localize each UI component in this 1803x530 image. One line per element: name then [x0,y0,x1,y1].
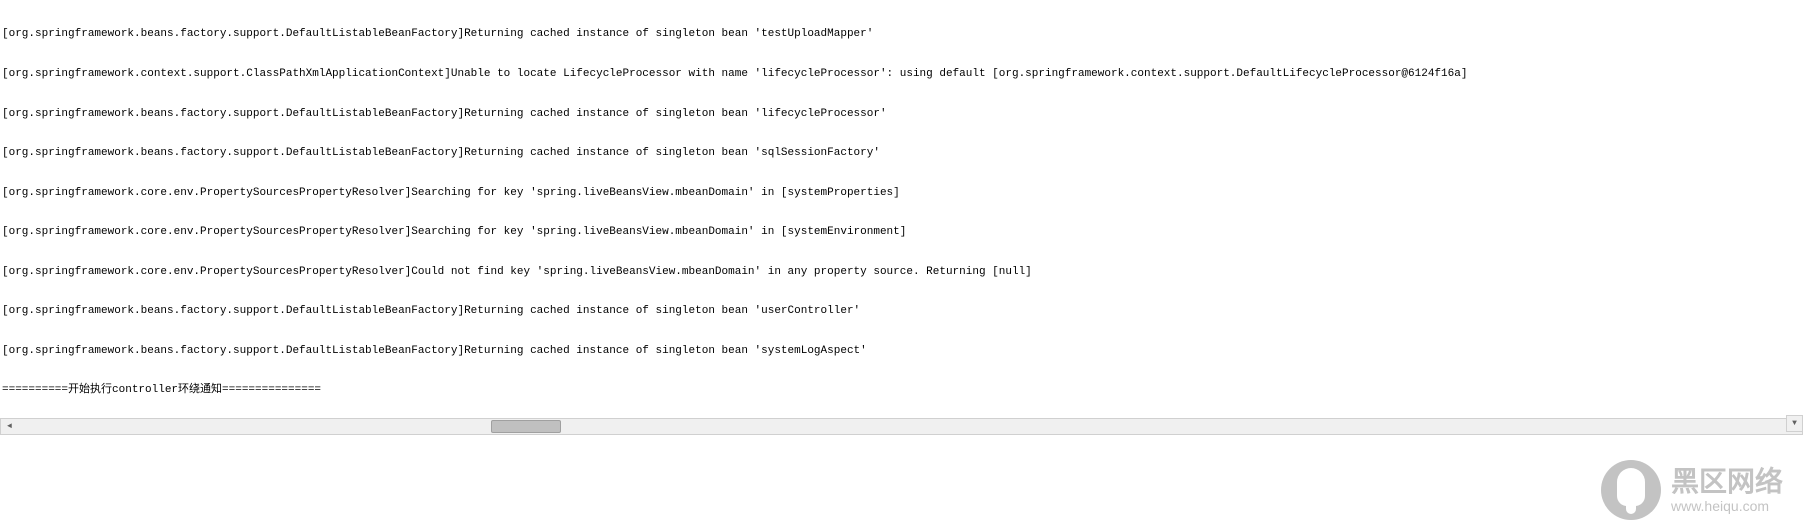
scroll-down-arrow-icon: ▼ [1792,419,1797,429]
log-line: [org.springframework.core.env.PropertySo… [2,266,1801,279]
horizontal-scrollbar[interactable]: ◄ ► [0,418,1803,435]
watermark-url: www.heiqu.com [1671,498,1783,515]
log-line: [org.springframework.beans.factory.suppo… [2,345,1801,358]
watermark-title: 黑区网络 [1671,465,1783,499]
console-output[interactable]: [org.springframework.beans.factory.suppo… [0,0,1803,420]
log-line: ==========开始执行controller环绕通知============… [2,384,1801,397]
log-line: [org.springframework.core.env.PropertySo… [2,226,1801,239]
log-line: [org.springframework.context.support.Cla… [2,68,1801,81]
watermark-logo-icon [1601,460,1661,520]
log-line: [org.springframework.beans.factory.suppo… [2,28,1801,41]
watermark: 黑区网络 www.heiqu.com [1601,460,1783,520]
watermark-text: 黑区网络 www.heiqu.com [1671,465,1783,515]
log-line: [org.springframework.core.env.PropertySo… [2,187,1801,200]
scroll-left-arrow-icon[interactable]: ◄ [1,419,18,434]
log-line: [org.springframework.beans.factory.suppo… [2,147,1801,160]
log-line: [org.springframework.beans.factory.suppo… [2,108,1801,121]
log-line: [org.springframework.beans.factory.suppo… [2,305,1801,318]
vertical-scroll-arrow[interactable]: ▼ [1786,415,1803,432]
scrollbar-thumb[interactable] [491,420,561,433]
